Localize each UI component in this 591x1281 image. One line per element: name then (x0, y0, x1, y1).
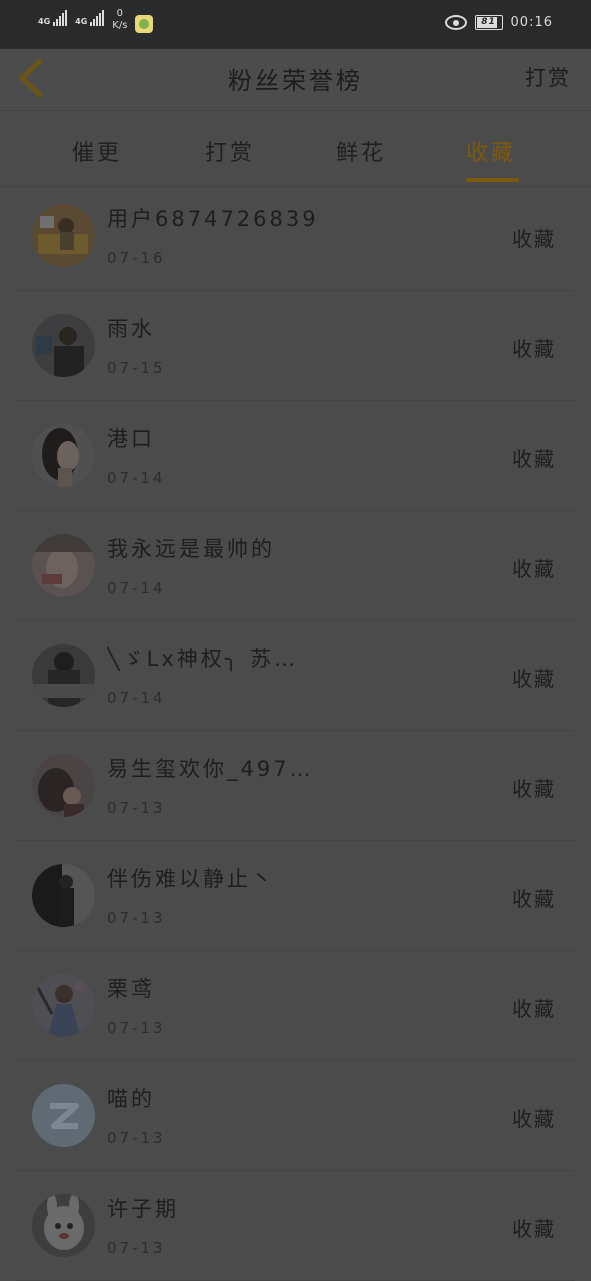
item-date: 07-13 (107, 1129, 166, 1147)
tab-bar: 催更 打赏 鲜花 收藏 (0, 111, 591, 187)
tab-flowers[interactable]: 鲜花 (336, 135, 386, 167)
battery-level: 81 (481, 17, 496, 27)
signal-icon: 4G (75, 10, 105, 26)
list-item[interactable]: 喵的 07-13 收藏 (0, 1061, 591, 1171)
item-date: 07-14 (107, 689, 166, 707)
action-label: 收藏 (512, 447, 556, 471)
item-date: 07-13 (107, 909, 166, 927)
app-header: 粉丝荣誉榜 打赏 (0, 49, 591, 111)
user-name: 许子期 (107, 1197, 179, 1221)
action-label: 收藏 (512, 227, 556, 251)
action-label: 收藏 (512, 1107, 556, 1131)
action-label: 收藏 (512, 667, 556, 691)
user-name: 伴伤难以静止丶 (107, 867, 275, 891)
action-label: 收藏 (512, 997, 556, 1021)
user-name: 易生玺欢你_497… (107, 757, 314, 781)
action-label: 收藏 (512, 1217, 556, 1241)
avatar[interactable] (32, 754, 95, 817)
fan-list: 用户6874726839 07-16 收藏 雨水 07-15 收藏 港口 07-… (0, 181, 591, 1281)
user-name: 港口 (107, 427, 155, 451)
user-name: ╲ゞLx神权╮ 苏… (107, 647, 299, 671)
avatar[interactable] (32, 864, 95, 927)
list-item[interactable]: 港口 07-14 收藏 (0, 401, 591, 511)
action-label: 收藏 (512, 777, 556, 801)
reward-button[interactable]: 打赏 (525, 62, 571, 92)
avatar[interactable] (32, 534, 95, 597)
action-label: 收藏 (512, 557, 556, 581)
list-item[interactable]: 许子期 07-13 收藏 (0, 1171, 591, 1281)
item-date: 07-14 (107, 579, 166, 597)
user-name: 雨水 (107, 317, 155, 341)
item-date: 07-14 (107, 469, 166, 487)
list-item[interactable]: 用户6874726839 07-16 收藏 (0, 181, 591, 291)
user-name: 用户6874726839 (107, 207, 319, 231)
network-type-label: 4G (75, 17, 88, 26)
list-item[interactable]: 易生玺欢你_497… 07-13 收藏 (0, 731, 591, 841)
item-date: 07-13 (107, 1019, 166, 1037)
battery-icon: 81 (474, 15, 503, 30)
item-date: 07-13 (107, 1239, 166, 1257)
list-item[interactable]: 栗鸢 07-13 收藏 (0, 951, 591, 1061)
list-item[interactable]: 雨水 07-15 收藏 (0, 291, 591, 401)
tab-urge-update[interactable]: 催更 (72, 135, 122, 167)
avatar[interactable] (32, 314, 95, 377)
status-bar: 4G 4G 0 K/s 81 00:16 (0, 0, 591, 49)
avatar[interactable] (32, 644, 95, 707)
notification-app-icon (135, 15, 154, 33)
speed-unit: K/s (112, 20, 128, 31)
avatar[interactable] (32, 1194, 95, 1257)
network-type-label: 4G (38, 17, 51, 26)
signal-icon: 4G (38, 10, 68, 26)
avatar[interactable] (32, 204, 95, 267)
tab-favorites[interactable]: 收藏 (466, 135, 516, 167)
eye-comfort-icon (444, 15, 467, 30)
page-title: 粉丝荣誉榜 (228, 67, 363, 95)
network-speed: 0 K/s (112, 8, 127, 32)
user-name: 栗鸢 (107, 977, 155, 1001)
item-date: 07-16 (107, 249, 166, 267)
avatar[interactable] (32, 1084, 95, 1147)
status-right: 81 00:16 (444, 15, 553, 30)
item-date: 07-15 (107, 359, 166, 377)
list-item[interactable]: 伴伤难以静止丶 07-13 收藏 (0, 841, 591, 951)
user-name: 喵的 (107, 1087, 155, 1111)
speed-value: 0 (116, 8, 124, 19)
user-name: 我永远是最帅的 (107, 537, 275, 561)
item-date: 07-13 (107, 799, 166, 817)
clock: 00:16 (510, 15, 553, 30)
list-item[interactable]: ╲ゞLx神权╮ 苏… 07-14 收藏 (0, 621, 591, 731)
action-label: 收藏 (512, 337, 556, 361)
status-left: 4G 4G 0 K/s (38, 8, 154, 33)
action-label: 收藏 (512, 887, 556, 911)
avatar[interactable] (32, 424, 95, 487)
tab-reward[interactable]: 打赏 (205, 135, 255, 167)
avatar[interactable] (32, 974, 95, 1037)
list-item[interactable]: 我永远是最帅的 07-14 收藏 (0, 511, 591, 621)
